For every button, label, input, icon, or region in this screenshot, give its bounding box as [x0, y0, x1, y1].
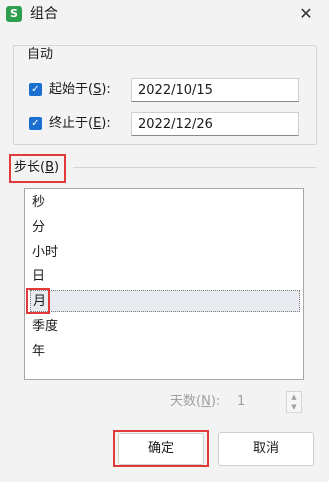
end-checkbox-checkmark-icon[interactable]: ✓ [29, 117, 42, 130]
list-item-seconds[interactable]: 秒 [30, 192, 300, 214]
list-item-months[interactable]: 月 [30, 290, 300, 312]
days-input[interactable]: 1 [237, 393, 245, 411]
auto-group-title: 自动 [25, 46, 56, 64]
cancel-button[interactable]: 取消 [218, 432, 314, 466]
wps-app-icon: S [6, 6, 22, 22]
list-item-days[interactable]: 日 [30, 266, 300, 288]
title-bar: S 组合 ✕ [0, 0, 329, 28]
list-item-minutes[interactable]: 分 [30, 217, 300, 239]
spin-up-arrow-icon[interactable]: ▲ [287, 392, 301, 402]
list-item-quarters[interactable]: 季度 [30, 316, 300, 338]
end-date-input[interactable]: 2022/12/26 [131, 112, 299, 136]
days-spinner[interactable]: ▲ ▼ [286, 391, 302, 413]
end-label: 终止于(E): [49, 116, 111, 131]
close-icon[interactable]: ✕ [297, 5, 315, 23]
step-listbox[interactable]: 秒 分 小时 日 月 季度 年 [24, 188, 304, 380]
start-date-input[interactable]: 2022/10/15 [131, 78, 299, 102]
list-item-hours[interactable]: 小时 [30, 242, 300, 264]
list-item-years[interactable]: 年 [30, 341, 300, 363]
step-highlight-box [9, 154, 66, 183]
start-checkbox-checkmark-icon[interactable]: ✓ [29, 83, 42, 96]
step-divider [73, 167, 316, 168]
window-title: 组合 [30, 6, 58, 22]
ok-highlight-box [113, 430, 209, 467]
spin-down-arrow-icon[interactable]: ▼ [287, 402, 301, 412]
start-label: 起始于(S): [49, 82, 111, 97]
days-label: 天数(N): [170, 394, 221, 409]
month-highlight-box [26, 288, 50, 314]
